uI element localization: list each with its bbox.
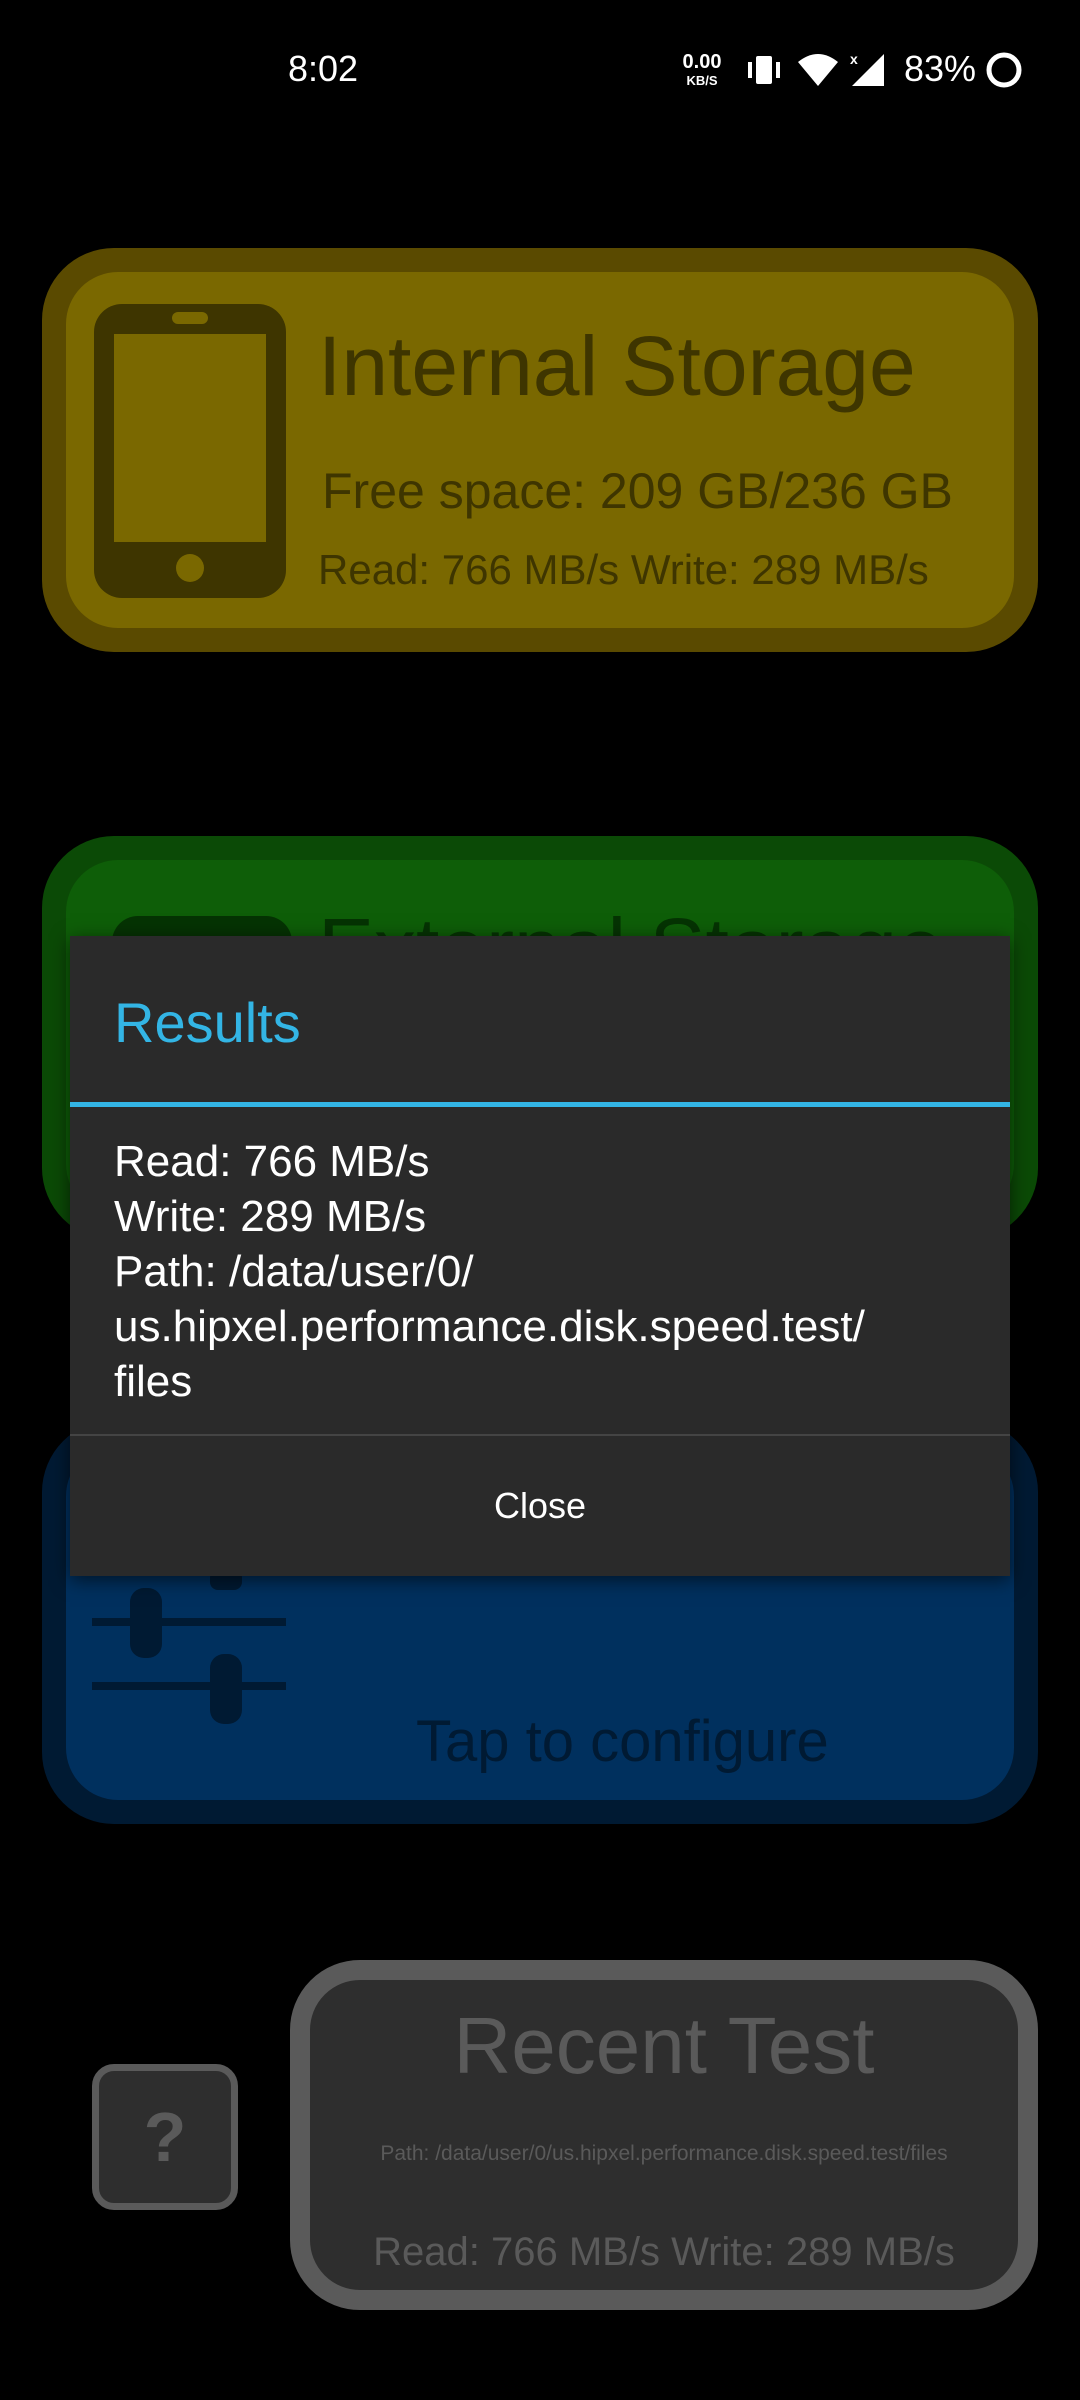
- dialog-path-line: Path: /data/user/0/: [114, 1247, 474, 1296]
- wifi-icon: [796, 50, 840, 95]
- close-button[interactable]: Close: [70, 1436, 1010, 1576]
- battery-icon: [984, 50, 1024, 95]
- internal-free-space: Free space: 209 GB/236 GB: [322, 463, 953, 519]
- dialog-write-line: Write: 289 MB/s: [114, 1192, 427, 1241]
- internal-storage-title: Internal Storage: [318, 319, 916, 413]
- results-dialog: Results Read: 766 MB/s Write: 289 MB/s P…: [70, 936, 1010, 1576]
- tap-to-configure-label: Tap to configure: [416, 1709, 829, 1774]
- dialog-message: Read: 766 MB/s Write: 289 MB/s Path: /da…: [114, 1134, 994, 1409]
- dialog-path-line: us.hipxel.performance.disk.speed.test/: [114, 1302, 865, 1351]
- status-bar: 8:02 0.00 KB/S x 83%: [0, 0, 1080, 140]
- battery-percent: 83%: [904, 48, 977, 89]
- help-button[interactable]: ?: [92, 2064, 238, 2210]
- dialog-title-divider: [70, 1102, 1010, 1107]
- internal-read-write: Read: 766 MB/s Write: 289 MB/s: [318, 546, 929, 593]
- network-speed-value: 0.00: [682, 51, 722, 73]
- vibrate-icon: [744, 50, 784, 95]
- settings-sliders-icon: [92, 1570, 288, 1735]
- svg-text:x: x: [850, 51, 858, 67]
- recent-test-path: Path: /data/user/0/us.hipxel.performance…: [380, 2142, 948, 2165]
- phone-icon: [90, 300, 290, 607]
- recent-test-read-write: Read: 766 MB/s Write: 289 MB/s: [373, 2230, 955, 2274]
- dialog-read-line: Read: 766 MB/s: [114, 1137, 430, 1186]
- recent-test-card[interactable]: Recent Test Path: /data/user/0/us.hipxel…: [290, 1960, 1038, 2310]
- dialog-title: Results: [114, 991, 301, 1054]
- network-speed-unit: KB/S: [686, 73, 718, 88]
- network-speed: 0.00 KB/S: [678, 52, 726, 87]
- dialog-path-line: files: [114, 1357, 193, 1406]
- recent-test-title: Recent Test: [453, 2001, 875, 2090]
- cellular-signal-icon: x: [846, 50, 890, 95]
- status-time: 8:02: [288, 48, 359, 89]
